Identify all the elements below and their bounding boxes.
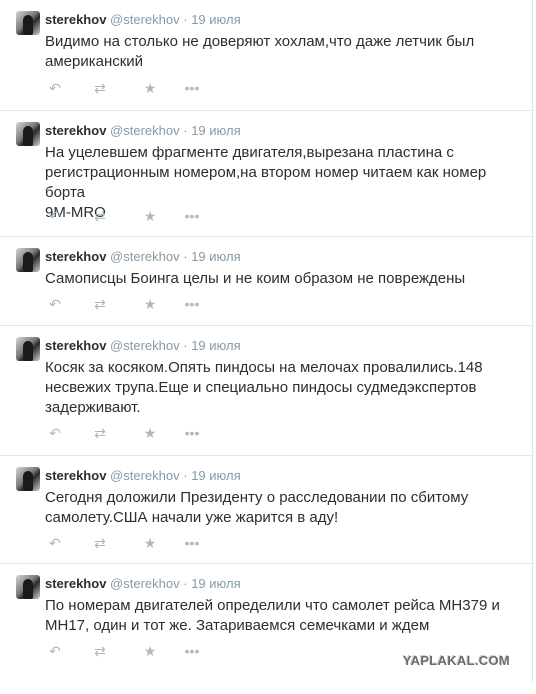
tweet-header: sterekhov @sterekhov · 19 июля xyxy=(45,338,241,354)
more-icon[interactable]: ••• xyxy=(182,296,202,312)
timestamp[interactable]: 19 июля xyxy=(191,123,240,138)
retweet-icon[interactable]: ⇄ xyxy=(90,80,110,96)
tweet-text-line: несвежих трупа.Еще и специально пиндосы … xyxy=(45,379,477,396)
tweet-header: sterekhov @sterekhov · 19 июля xyxy=(45,576,241,592)
tweet-header: sterekhov @sterekhov · 19 июля xyxy=(45,249,241,265)
star-icon[interactable]: ★ xyxy=(140,535,160,551)
tweet-text: Видимо на столько не доверяют хохлам,что… xyxy=(45,32,520,72)
retweet-icon[interactable]: ⇄ xyxy=(90,296,110,312)
tweet-header: sterekhov @sterekhov · 19 июля xyxy=(45,123,241,139)
star-icon[interactable]: ★ xyxy=(140,208,160,224)
star-icon[interactable]: ★ xyxy=(140,643,160,659)
reply-icon[interactable]: ↶ xyxy=(45,296,65,312)
separator-dot: · xyxy=(183,338,188,353)
separator-dot: · xyxy=(183,12,188,27)
timestamp[interactable]: 19 июля xyxy=(191,12,240,27)
reply-icon[interactable]: ↶ xyxy=(45,535,65,551)
timestamp[interactable]: 19 июля xyxy=(191,576,240,591)
more-icon[interactable]: ••• xyxy=(182,425,202,441)
retweet-icon[interactable]: ⇄ xyxy=(90,643,110,659)
reply-icon[interactable]: ↶ xyxy=(45,80,65,96)
tweet-header: sterekhov @sterekhov · 19 июля xyxy=(45,468,241,484)
author-handle[interactable]: @sterekhov xyxy=(110,12,180,27)
tweet-text: По номерам двигателей определили что сам… xyxy=(45,596,520,636)
retweet-icon[interactable]: ⇄ xyxy=(90,425,110,441)
reply-icon[interactable]: ↶ xyxy=(45,425,65,441)
author-handle[interactable]: @sterekhov xyxy=(110,468,180,483)
tweet-text-line: регистрационным номером,на втором номер … xyxy=(45,164,487,201)
author-name[interactable]: sterekhov xyxy=(45,338,106,353)
tweet-text-line: По номерам двигателей определили что сам… xyxy=(45,597,500,614)
author-name[interactable]: sterekhov xyxy=(45,576,106,591)
more-icon[interactable]: ••• xyxy=(182,208,202,224)
author-handle[interactable]: @sterekhov xyxy=(110,123,180,138)
tweet-text-line: MH17, один и тот же. Затариваемся семечк… xyxy=(45,617,430,634)
tweet-text: Косяк за косяком.Опять пиндосы на мелоча… xyxy=(45,358,520,418)
tweet-text-line: задерживают. xyxy=(45,399,141,416)
avatar[interactable] xyxy=(16,467,40,491)
more-icon[interactable]: ••• xyxy=(182,643,202,659)
tweet-text-line: самолету.США начали уже жарится в аду! xyxy=(45,509,339,526)
avatar[interactable] xyxy=(16,122,40,146)
tweet-text-line: американский xyxy=(45,53,144,70)
author-name[interactable]: sterekhov xyxy=(45,249,106,264)
tweet[interactable]: sterekhov @sterekhov · 19 июля Сегодня д… xyxy=(0,456,532,564)
tweet-text-line: Видимо на столько не доверяют хохлам,что… xyxy=(45,33,475,50)
separator-dot: · xyxy=(183,468,188,483)
reply-icon[interactable]: ↶ xyxy=(45,643,65,659)
timestamp[interactable]: 19 июля xyxy=(191,249,240,264)
star-icon[interactable]: ★ xyxy=(140,80,160,96)
reply-icon[interactable]: ↶ xyxy=(45,208,65,224)
site-watermark: YAPLAKAL.COM xyxy=(402,653,510,668)
author-name[interactable]: sterekhov xyxy=(45,468,106,483)
tweet-text: Самописцы Боинга целы и не коим образом … xyxy=(45,269,520,289)
tweet[interactable]: sterekhov @sterekhov · 19 июля На уцелев… xyxy=(0,111,532,237)
tweet[interactable]: sterekhov @sterekhov · 19 июля Косяк за … xyxy=(0,326,532,456)
timestamp[interactable]: 19 июля xyxy=(191,468,240,483)
tweet[interactable]: sterekhov @sterekhov · 19 июля Видимо на… xyxy=(0,0,532,111)
avatar[interactable] xyxy=(16,248,40,272)
author-name[interactable]: sterekhov xyxy=(45,12,106,27)
star-icon[interactable]: ★ xyxy=(140,296,160,312)
more-icon[interactable]: ••• xyxy=(182,535,202,551)
star-icon[interactable]: ★ xyxy=(140,425,160,441)
tweet-text-line: Сегодня доложили Президенту о расследова… xyxy=(45,489,469,506)
tweet-text-line: На уцелевшем фрагменте двигателя,вырезан… xyxy=(45,144,454,161)
tweet[interactable]: sterekhov @sterekhov · 19 июля Самописцы… xyxy=(0,237,532,326)
tweet-text-line: 9M-MRO xyxy=(45,204,106,221)
tweet-text-line: Косяк за косяком.Опять пиндосы на мелоча… xyxy=(45,359,483,376)
tweet-text: На уцелевшем фрагменте двигателя,вырезан… xyxy=(45,143,520,223)
tweet-text-line: Самописцы Боинга целы и не коим образом … xyxy=(45,270,466,287)
tweet-feed: sterekhov @sterekhov · 19 июля Видимо на… xyxy=(0,0,533,682)
separator-dot: · xyxy=(183,249,188,264)
retweet-icon[interactable]: ⇄ xyxy=(90,535,110,551)
author-name[interactable]: sterekhov xyxy=(45,123,106,138)
timestamp[interactable]: 19 июля xyxy=(191,338,240,353)
separator-dot: · xyxy=(183,576,188,591)
author-handle[interactable]: @sterekhov xyxy=(110,249,180,264)
author-handle[interactable]: @sterekhov xyxy=(110,576,180,591)
more-icon[interactable]: ••• xyxy=(182,80,202,96)
avatar[interactable] xyxy=(16,11,40,35)
author-handle[interactable]: @sterekhov xyxy=(110,338,180,353)
avatar[interactable] xyxy=(16,575,40,599)
avatar[interactable] xyxy=(16,337,40,361)
tweet-header: sterekhov @sterekhov · 19 июля xyxy=(45,12,241,28)
tweet-text: Сегодня доложили Президенту о расследова… xyxy=(45,488,520,528)
separator-dot: · xyxy=(183,123,188,138)
retweet-icon[interactable]: ⇄ xyxy=(90,208,110,224)
